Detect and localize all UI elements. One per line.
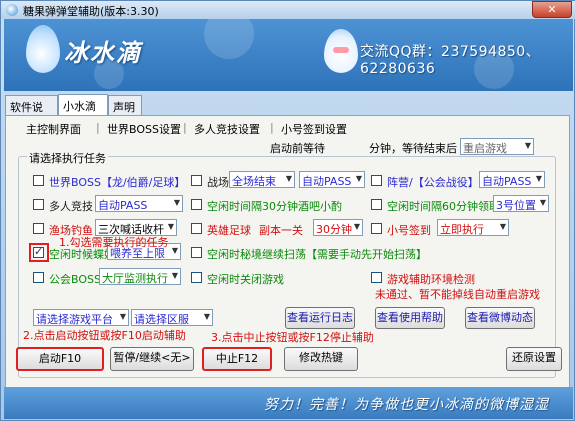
after-wait-select[interactable]: 重启游戏: [460, 138, 534, 155]
server-select[interactable]: 请选择区服: [131, 309, 213, 326]
banner: 冰水滴 交流QQ群：237594850、62280636: [4, 19, 573, 91]
bubble-decoration: [204, 19, 254, 59]
guild-boss-checkbox[interactable]: [33, 272, 44, 283]
idle-scan-label: 空闲时秘境继续扫荡【需要手动先开始扫荡】: [207, 248, 427, 261]
reset-button[interactable]: 还原设置: [506, 347, 562, 371]
world-boss-checkbox[interactable]: [33, 175, 44, 186]
mascot-drop-icon: [324, 29, 358, 73]
idle-spirit-checkbox[interactable]: [33, 245, 44, 258]
before-start-label: 启动前等待: [270, 142, 325, 155]
idle-interval-60-select[interactable]: 3号位置: [493, 195, 549, 212]
battle-end-select[interactable]: 全场结束: [229, 171, 295, 188]
idle-interval-30-checkbox[interactable]: [191, 199, 202, 210]
camp-war-checkbox[interactable]: [371, 175, 382, 186]
qq-group-text: 交流QQ群：237594850、62280636: [360, 44, 541, 77]
idle-close-checkbox[interactable]: [191, 272, 202, 283]
run-log-button[interactable]: 查看运行日志: [285, 307, 355, 329]
tab-separator: |: [183, 121, 187, 134]
camp-war-label: 阵营/【公会战役】: [387, 176, 479, 189]
pause-button[interactable]: 暂停/继续<无>: [110, 347, 194, 371]
guild-boss-select[interactable]: 大厅监测执行: [99, 268, 181, 285]
idle-interval-60-checkbox[interactable]: [371, 199, 382, 210]
window-title: 糖果弹弹堂辅助(版本:3.30): [23, 5, 159, 18]
tab-separator: |: [270, 121, 274, 134]
hotkey-button[interactable]: 修改热键: [284, 347, 358, 371]
idle-interval-30-label: 空闲时间隔30分钟酒吧小酌: [207, 200, 342, 213]
env-check-checkbox[interactable]: [371, 272, 382, 283]
guild-boss-label: 公会BOSS: [49, 273, 101, 286]
tab-statement[interactable]: 声明: [108, 95, 142, 115]
tab-world-boss-settings[interactable]: 世界BOSS设置: [107, 121, 181, 137]
tab-software-info[interactable]: 软件说明: [5, 95, 58, 130]
note-step-3: 3.点击中止按钮或按F12停止辅助: [211, 331, 374, 344]
footer-banner: 努力！完善！为争做也更小冰滴的微博湿湿: [4, 387, 573, 419]
world-boss-label: 世界BOSS【龙/伯爵/足球】: [49, 176, 186, 189]
hero-soccer-label: 英雄足球: [207, 224, 251, 237]
platform-select[interactable]: 请选择游戏平台: [33, 309, 129, 326]
battle-label: 战场: [207, 176, 229, 189]
env-check-label: 游戏辅助环境检测: [387, 273, 475, 286]
app-window: 糖果弹弹堂辅助(版本:3.30) ✕ 冰水滴 交流QQ群：237594850、6…: [0, 0, 575, 421]
tab-multi-arena-settings[interactable]: 多人竞技设置: [194, 121, 260, 137]
battle-checkbox[interactable]: [191, 175, 202, 186]
weibo-button[interactable]: 查看微博动态: [465, 307, 535, 329]
multi-arena-label: 多人竞技: [49, 200, 93, 213]
tab-xiaoshuidi[interactable]: 小水滴: [58, 94, 108, 115]
task-group: 请选择执行任务 世界BOSS【龙/伯爵/足球】 战场 全场结束 自动PASS 阵…: [18, 150, 556, 378]
hero-soccer-checkbox[interactable]: [191, 223, 202, 234]
task-group-label: 请选择执行任务: [27, 150, 108, 166]
camp-war-select[interactable]: 自动PASS: [479, 171, 545, 188]
tab-alt-signin-settings[interactable]: 小号签到设置: [281, 121, 347, 137]
env-warning-label: 未通过、暂不能掉线自动重启游戏: [375, 288, 540, 301]
hero-soccer-sub-label: 副本一关: [259, 224, 303, 237]
logo-drop-icon: [26, 25, 60, 73]
wait-minutes-label: 分钟，等待结束后: [369, 142, 457, 155]
footer-slogan: 努力！完善！为争做也更小冰滴的微博湿湿: [264, 397, 549, 413]
note-step-1: 1.勾选需要执行的任务: [59, 236, 169, 249]
alt-signin-label: 小号签到: [387, 224, 431, 237]
idle-interval-60-label: 空闲时间隔60分钟领取: [387, 200, 500, 213]
stop-button[interactable]: 中止F12: [202, 347, 272, 371]
help-button[interactable]: 查看使用帮助: [375, 307, 445, 329]
multi-arena-select[interactable]: 自动PASS: [95, 195, 183, 212]
start-button[interactable]: 启动F10: [16, 347, 104, 371]
tab-separator: |: [96, 121, 100, 134]
multi-arena-checkbox[interactable]: [33, 199, 44, 210]
fishing-checkbox[interactable]: [33, 223, 44, 234]
idle-scan-checkbox[interactable]: [191, 247, 202, 258]
app-icon: [6, 4, 18, 16]
battle-pass-select[interactable]: 自动PASS: [299, 171, 365, 188]
main-panel: 主控制界面 | 世界BOSS设置 | 多人竞技设置 | 小号签到设置 启动前等待…: [5, 115, 570, 417]
note-step-2: 2.点击启动按钮或按F10启动辅助: [23, 329, 186, 342]
close-button[interactable]: ✕: [532, 1, 572, 18]
idle-close-label: 空闲时关闭游戏: [207, 273, 284, 286]
title-bar[interactable]: 糖果弹弹堂辅助(版本:3.30) ✕: [1, 1, 575, 19]
hero-soccer-select[interactable]: 30分钟: [313, 219, 363, 236]
tab-main-control[interactable]: 主控制界面: [26, 121, 81, 137]
alt-signin-checkbox[interactable]: [371, 223, 382, 234]
logo-text: 冰水滴: [64, 38, 142, 67]
alt-signin-select[interactable]: 立即执行: [437, 219, 509, 236]
